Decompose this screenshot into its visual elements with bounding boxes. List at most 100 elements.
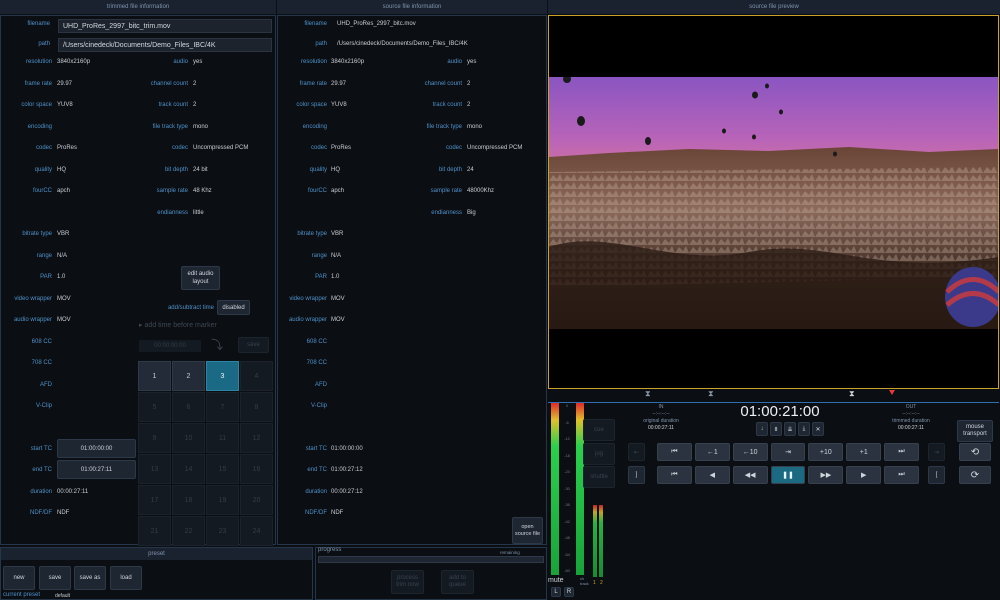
audio-meters: 0 -6 -12 -18 -24 -30 -36 -42 -48 -54 -60 mute L R — [548, 403, 588, 598]
repeat-icon[interactable]: ⟳ — [959, 466, 991, 484]
field-value: 1.0 — [331, 274, 340, 280]
keypad-key[interactable]: 7 — [206, 392, 239, 422]
field-value: MOV — [57, 295, 71, 302]
keypad-key[interactable]: 3 — [206, 361, 239, 391]
cue-button[interactable]: cue — [583, 419, 615, 441]
field-value: little — [193, 209, 204, 216]
keypad-key[interactable]: 24 — [240, 516, 273, 546]
time-save-button[interactable]: save — [238, 337, 269, 353]
out-bracket-button[interactable]: [ — [928, 466, 945, 484]
transport-button[interactable]: ⏭ — [884, 466, 920, 484]
add-to-queue-button[interactable]: add to queue — [441, 570, 474, 594]
transport-button[interactable]: ◀◀ — [732, 466, 768, 484]
keypad-key[interactable]: 14 — [172, 454, 205, 484]
original-duration: 00:00:27:11 — [647, 425, 675, 431]
preset-save-as-button[interactable]: save as — [74, 566, 106, 590]
set-in-point-icon[interactable]: ⇤ — [628, 443, 645, 461]
timeline-scrubber[interactable]: ⧗ ⧗ ⧗ — [548, 389, 999, 403]
trimmed-end-tc[interactable]: 01:00:27:11 — [57, 460, 136, 479]
time-entry-field[interactable]: 00:00:00:00 — [139, 340, 201, 352]
field-value: N/A — [331, 252, 342, 259]
keypad-key[interactable]: 13 — [138, 454, 171, 484]
keypad-key[interactable]: 11 — [206, 423, 239, 453]
keypad-key[interactable]: 18 — [172, 485, 205, 515]
edit-audio-layout-button[interactable]: edit audio layout — [181, 266, 220, 290]
insert-marker-icon[interactable]: ⤵ — [205, 336, 229, 354]
left-channel-button[interactable]: L — [551, 587, 561, 597]
marker-icon[interactable]: ⧗ — [849, 389, 855, 399]
keypad-key[interactable]: 16 — [240, 454, 273, 484]
transport-button[interactable]: ⇥ — [770, 443, 806, 461]
jog-button[interactable]: jog — [583, 443, 615, 465]
transport-button[interactable]: ←1 — [694, 443, 730, 461]
transport-button[interactable]: ⏭ — [884, 443, 920, 461]
meter-tick: -54 — [564, 551, 570, 557]
loop-icon[interactable]: ⟲ — [959, 443, 991, 461]
set-in-icon[interactable]: ↓ — [756, 422, 768, 436]
set-out-point-icon[interactable]: ⇥ — [928, 443, 945, 461]
transport-button[interactable]: ⏮ — [657, 443, 692, 461]
field-label: audio wrapper — [13, 317, 52, 323]
playhead-icon[interactable] — [889, 390, 895, 395]
preview-frame[interactable] — [548, 15, 999, 389]
left-channel-label: L — [554, 589, 558, 595]
keypad-key[interactable]: 1 — [138, 361, 171, 391]
preset-load-button[interactable]: load — [110, 566, 142, 590]
mark-multi-icon[interactable]: ⇊ — [784, 422, 796, 436]
transport-button[interactable]: ⏮ — [657, 466, 692, 484]
transport-button[interactable]: ←10 — [732, 443, 768, 461]
field-value: mono — [467, 123, 483, 130]
keypad-key[interactable]: 21 — [138, 516, 171, 546]
transport-button[interactable]: +1 — [846, 443, 882, 461]
keypad-key[interactable]: 9 — [138, 423, 171, 453]
keypad-key[interactable]: 17 — [138, 485, 171, 515]
process-trim-button[interactable]: process trim now — [391, 570, 424, 594]
transport-button[interactable]: +10 — [808, 443, 844, 461]
clear-marks-icon[interactable]: ⤓ — [798, 422, 810, 436]
preset-save-button[interactable]: save — [39, 566, 71, 590]
field-label: quality — [309, 166, 327, 173]
add-subtract-toggle[interactable]: disabled — [217, 300, 250, 315]
field-value: MOV — [57, 317, 71, 323]
in-label: IN — [658, 404, 664, 410]
field-value: 3840x2160p — [57, 59, 91, 65]
keypad-key[interactable]: 22 — [172, 516, 205, 546]
keypad-key[interactable]: 4 — [240, 361, 273, 391]
shuttle-button[interactable]: shuttle — [583, 466, 615, 488]
in-bracket-button[interactable]: ] — [628, 466, 645, 484]
preview-image — [549, 77, 998, 329]
transport-button[interactable]: ▶▶ — [808, 466, 844, 484]
transport-button[interactable]: ▶ — [846, 466, 882, 484]
source-duration-label: duration — [305, 489, 327, 495]
keypad-key[interactable]: 19 — [206, 485, 239, 515]
right-channel-button[interactable]: R — [564, 587, 574, 597]
keypad-key[interactable]: 20 — [240, 485, 273, 515]
trimmed-path[interactable]: /Users/cinedeck/Documents/Demo_Files_IBC… — [58, 38, 272, 52]
mouse-transport-button[interactable]: mouse transport — [957, 420, 993, 442]
field-value: 2 — [193, 80, 197, 87]
marker-icon[interactable]: ⧗ — [708, 389, 714, 399]
transport-button[interactable]: ◀ — [694, 466, 730, 484]
keypad-key[interactable]: 15 — [206, 454, 239, 484]
keypad-key[interactable]: 8 — [240, 392, 273, 422]
preset-new-button[interactable]: new — [3, 566, 35, 590]
trimmed-filename[interactable]: UHD_ProRes_2997_bitc_trim.mov — [58, 19, 272, 33]
keypad-key[interactable]: 10 — [172, 423, 205, 453]
keypad-key[interactable]: 23 — [206, 516, 239, 546]
field-label: color space — [296, 102, 327, 108]
add-time-before-marker[interactable]: ▸ add time before marker — [139, 321, 274, 329]
mark-icon[interactable]: ⇟ — [770, 422, 782, 436]
current-preset-label: current preset — [3, 592, 41, 598]
transport-button[interactable]: ❚❚ — [770, 466, 806, 484]
source-filename-label: filename — [304, 21, 327, 27]
field-value: 24 bit — [193, 166, 208, 173]
marker-icon[interactable]: ⧗ — [645, 389, 651, 399]
keypad-key[interactable]: 2 — [172, 361, 205, 391]
remove-mark-icon[interactable]: ✕ — [812, 422, 824, 436]
trimmed-start-tc[interactable]: 01:00:00:00 — [57, 439, 136, 458]
keypad-key[interactable]: 6 — [172, 392, 205, 422]
keypad-key[interactable]: 12 — [240, 423, 273, 453]
open-source-file-button[interactable]: open source file — [512, 517, 543, 544]
mouse-transport-label: mouse transport — [963, 424, 987, 437]
keypad-key[interactable]: 5 — [138, 392, 171, 422]
